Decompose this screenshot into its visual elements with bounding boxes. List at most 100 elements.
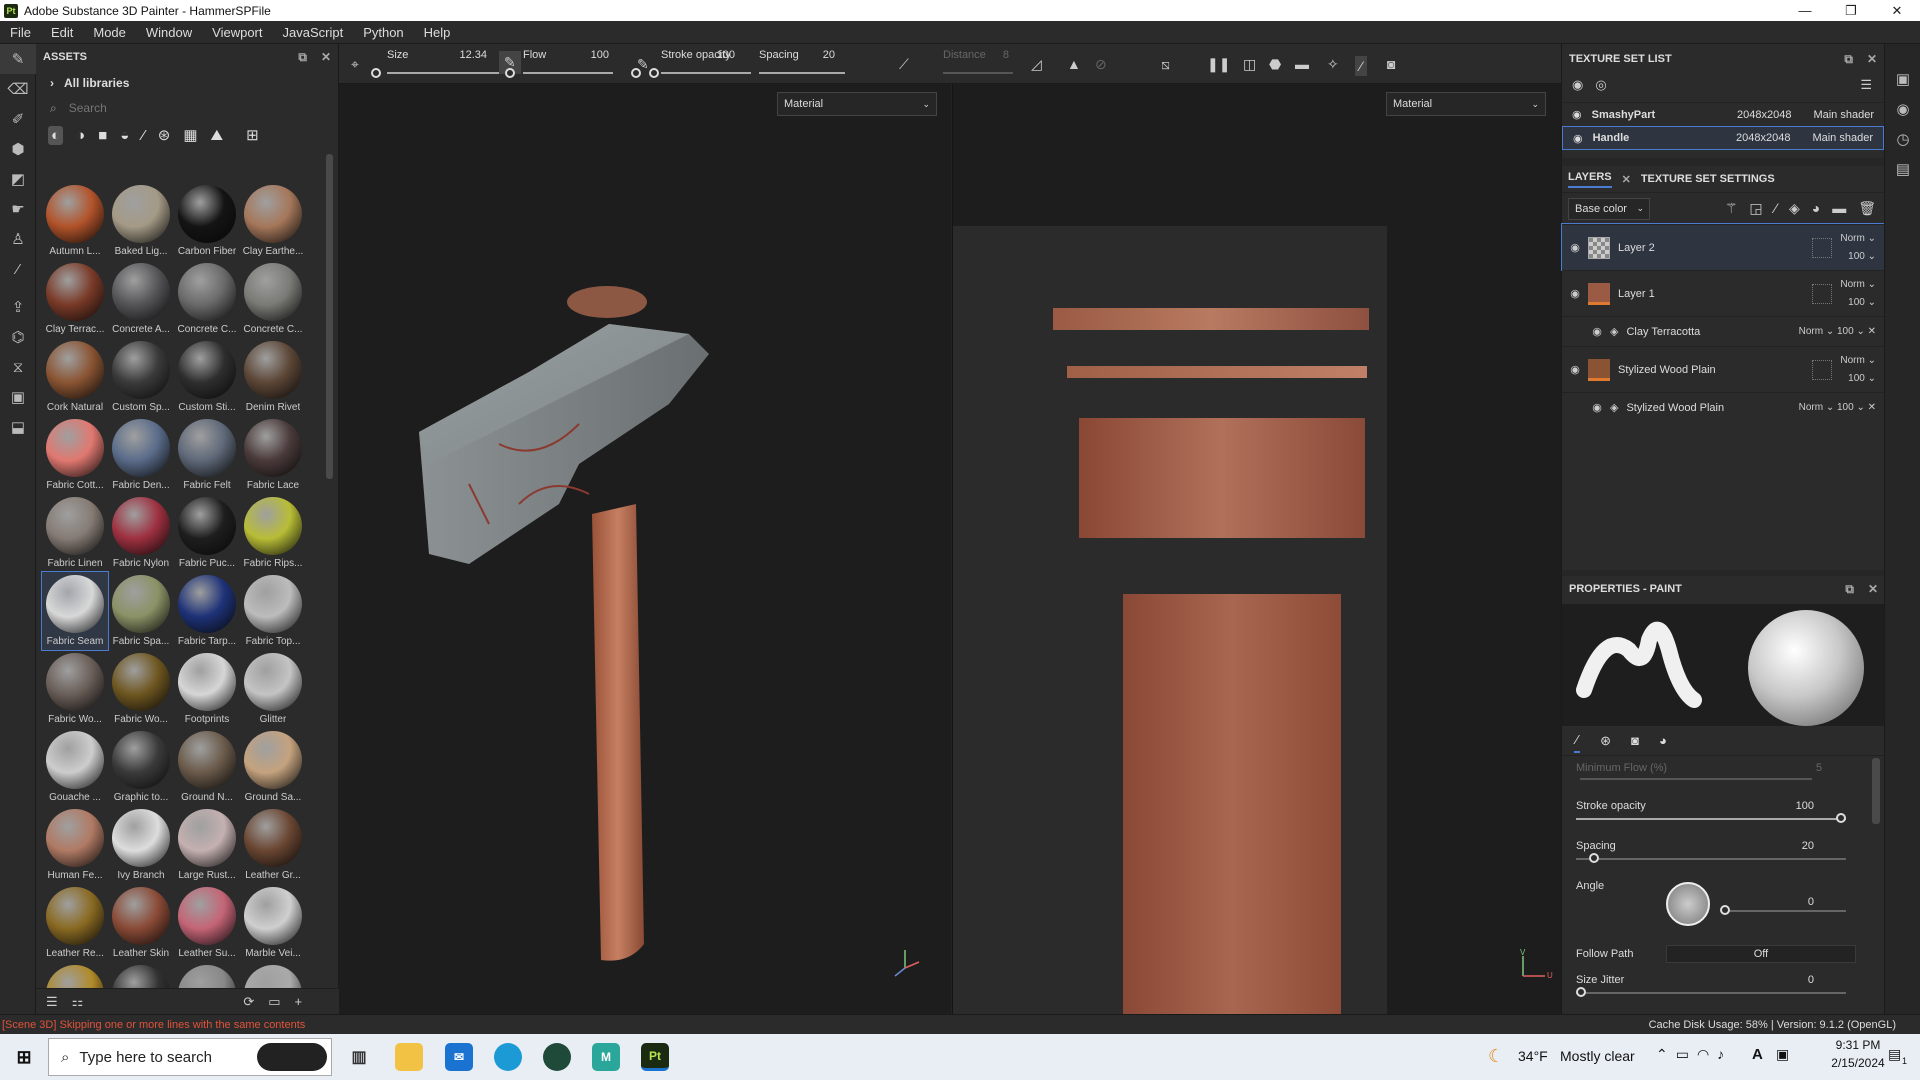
pause-icon[interactable]: ❚❚ <box>1207 56 1230 73</box>
add-mask-icon[interactable]: ◲ <box>1749 200 1762 217</box>
asset-tile[interactable]: Human Fe... <box>42 806 108 884</box>
asset-tile[interactable]: Graphic to... <box>108 728 174 806</box>
eye-icon[interactable]: ◉ <box>1584 401 1610 414</box>
size-slider-knob[interactable] <box>371 68 381 78</box>
follow-path-toggle[interactable]: Off <box>1666 945 1856 963</box>
effect-blend[interactable]: Norm ⌄ 100 ⌄ ✕ <box>1799 317 1876 347</box>
export-icon[interactable]: ▣ <box>0 382 36 412</box>
display-settings-icon[interactable]: ⬓ <box>0 412 36 442</box>
eraser-icon[interactable]: ⌫ <box>0 74 36 104</box>
asset-tile[interactable]: Leather Su... <box>174 884 240 962</box>
camera-icon[interactable]: ▬ <box>1295 56 1309 72</box>
layer-mask-slot[interactable] <box>1812 237 1832 258</box>
texture-set-row[interactable]: ◉ SmashyPart 2048x2048 Main shader <box>1562 102 1884 126</box>
paint-brush-icon[interactable]: ✎ <box>0 44 36 74</box>
hide-icon[interactable]: ⧅ <box>1161 56 1170 73</box>
layer-mask-slot[interactable] <box>1812 283 1832 304</box>
search-input[interactable] <box>68 101 289 115</box>
undock-icon[interactable]: ⧉ <box>298 50 307 65</box>
smart-materials-filter-icon[interactable]: ◑ <box>76 127 85 144</box>
menu-edit[interactable]: Edit <box>41 21 83 44</box>
eye-icon[interactable]: ◉ <box>1562 363 1588 376</box>
eye-icon[interactable]: ◉ <box>1573 132 1583 145</box>
flow-slider-knob[interactable] <box>505 68 515 78</box>
painting-mode-icon[interactable]: ⁄ <box>1355 56 1368 76</box>
spacing-slider[interactable] <box>759 72 845 74</box>
add-smart-material-icon[interactable]: ◕ <box>1812 200 1820 217</box>
edge-icon[interactable] <box>494 1043 522 1071</box>
stroke-opacity-slider[interactable] <box>661 72 751 74</box>
add-icon[interactable]: + <box>295 994 303 1009</box>
clone-icon[interactable]: ♙ <box>0 224 36 254</box>
asset-tile[interactable]: Fabric Rips... <box>240 494 305 572</box>
asset-tile[interactable]: Large Rust... <box>174 806 240 884</box>
color-picker-icon[interactable]: ⁄ <box>0 254 36 284</box>
asset-tile[interactable]: Custom Sti... <box>174 338 240 416</box>
polygon-fill-icon[interactable]: ◩ <box>0 164 36 194</box>
menu-viewport[interactable]: Viewport <box>202 21 272 44</box>
asset-tile[interactable]: Concrete C... <box>174 260 240 338</box>
asset-tile[interactable]: Leather Skin <box>108 884 174 962</box>
language-icon[interactable]: A <box>1752 1046 1763 1063</box>
asset-tile[interactable]: Leather Re... <box>42 884 108 962</box>
textures-filter-icon[interactable]: ▦ <box>183 126 197 144</box>
masks-filter-icon[interactable]: ■ <box>98 127 107 144</box>
windows-start-icon[interactable]: ⊞ <box>10 1043 38 1071</box>
geometry-fill-icon[interactable]: ⬢ <box>0 134 36 164</box>
effect-blend[interactable]: Norm ⌄ 100 ⌄ ✕ <box>1799 393 1876 423</box>
copilot-icon[interactable] <box>257 1043 327 1071</box>
bake-icon[interactable]: ⇪ <box>0 292 36 322</box>
library-icon[interactable]: ⚏ <box>72 994 84 1010</box>
eye-icon[interactable]: ◉ <box>1562 241 1588 254</box>
alpha-tab-icon[interactable]: ⊛ <box>1600 733 1611 749</box>
asset-tile[interactable]: Gouache ... <box>42 728 108 806</box>
add-folder-icon[interactable]: ▬ <box>1832 200 1846 217</box>
layer-blend[interactable]: Norm ⌄ 100 ⌄ <box>1840 276 1876 312</box>
angle-tool-icon[interactable]: ◿ <box>1031 56 1042 73</box>
panel-close-icon[interactable]: ✕ <box>1867 52 1877 67</box>
taskbar-time[interactable]: 9:31 PM <box>1826 1038 1890 1052</box>
eye-icon[interactable]: ◉ <box>1562 287 1588 300</box>
substance-painter-icon[interactable]: Pt <box>641 1043 669 1071</box>
stencil-tab-icon[interactable]: ◙ <box>1631 733 1639 748</box>
baking-icon[interactable]: ⌬ <box>0 322 36 352</box>
grid-view-icon[interactable]: ⊞ <box>246 126 259 144</box>
material-tab-icon[interactable]: ◕ <box>1659 733 1667 748</box>
layer-row[interactable]: ◉ Stylized Wood Plain Norm ⌄ 100 ⌄ <box>1562 346 1884 392</box>
asset-tile[interactable]: Fabric Cott... <box>42 416 108 494</box>
asset-tile[interactable]: Fabric Puc... <box>174 494 240 572</box>
size-slider[interactable] <box>387 72 507 74</box>
list-view-icon[interactable]: ☰ <box>46 994 58 1010</box>
asset-tile[interactable]: Glitter <box>240 650 305 728</box>
taskbar-date[interactable]: 2/15/2024 <box>1826 1056 1890 1070</box>
viewport-2d[interactable]: Material ⌄ V U <box>952 84 1561 1014</box>
mail-icon[interactable]: ✉ <box>445 1043 473 1071</box>
screenshot-icon[interactable]: ◙ <box>1387 56 1395 72</box>
asset-tile[interactable]: Fabric Top... <box>240 572 305 650</box>
menu-javascript[interactable]: JavaScript <box>272 21 353 44</box>
layer-effect-row[interactable]: ◉ ◈ Stylized Wood Plain Norm ⌄ 100 ⌄ ✕ <box>1562 392 1884 422</box>
assets-search[interactable]: ⌕ <box>36 96 338 120</box>
notification-icon[interactable]: ▤ <box>1888 1046 1901 1063</box>
layer-row[interactable]: ◉ Layer 2 Norm ⌄ 100 ⌄ <box>1561 223 1885 271</box>
angle-knob[interactable] <box>1720 905 1730 915</box>
maya-icon[interactable]: M <box>592 1043 620 1071</box>
angle-slider[interactable] <box>1726 910 1846 912</box>
asset-tile[interactable]: Ivy Branch <box>108 806 174 884</box>
add-paint-layer-icon[interactable]: ⁄ <box>1775 200 1777 217</box>
size-jitter-knob[interactable] <box>1576 987 1586 997</box>
chat-icon[interactable]: ▣ <box>1885 64 1920 94</box>
asset-tile[interactable]: Fabric Wo... <box>42 650 108 728</box>
asset-tile[interactable]: Autumn L... <box>42 182 108 260</box>
split-view-icon[interactable]: ◫ <box>1243 56 1256 73</box>
spacing-slider[interactable] <box>1576 858 1846 860</box>
panel-close-icon[interactable]: ✕ <box>1868 582 1878 597</box>
visibility-icon[interactable]: ◎ <box>1595 77 1606 93</box>
layer-blend[interactable]: Norm ⌄ 100 ⌄ <box>1840 230 1876 266</box>
asset-tile[interactable]: Fabric Tarp... <box>174 572 240 650</box>
menu-icon[interactable]: ☰ <box>1860 77 1872 93</box>
asset-tile[interactable]: Concrete C... <box>240 260 305 338</box>
cube-view-icon[interactable]: ⬣ <box>1269 56 1281 73</box>
spacing-knob[interactable] <box>1589 853 1599 863</box>
angle-dial[interactable] <box>1666 882 1710 926</box>
